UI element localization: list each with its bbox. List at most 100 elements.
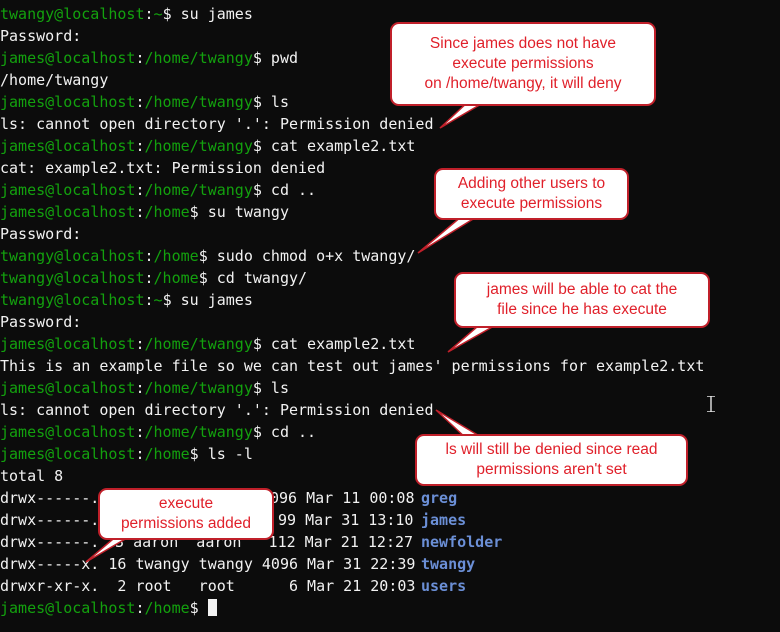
prompt-path: /home/twangy	[144, 49, 253, 67]
callout-text: Since james does not have execute permis…	[424, 35, 622, 92]
listing-meta: drwxr-xr-x. 2 root root 6 Mar 21 20:03	[0, 577, 425, 595]
command-text: cat example2.txt	[261, 335, 416, 353]
callout-ls-denied: ls will still be denied since read permi…	[415, 434, 688, 486]
callout-pointer	[447, 325, 497, 353]
prompt-user: james@localhost	[0, 93, 136, 111]
callout-cat-allowed: james will be able to cat the file since…	[454, 272, 710, 328]
command-text: su james	[171, 5, 253, 23]
terminal-line: cat: example2.txt: Permission denied	[0, 157, 325, 179]
callout-add-execute: Adding other users to execute permission…	[434, 168, 629, 220]
prompt-user: james@localhost	[0, 49, 136, 67]
command-text: pwd	[261, 49, 299, 67]
terminal-line: james@localhost:/home/twangy$ cat exampl…	[0, 335, 416, 353]
terminal-line: james@localhost:/home$ ls -l	[0, 445, 253, 463]
listing-dir[interactable]: newfolder	[421, 531, 502, 553]
listing-dir[interactable]: users	[421, 575, 466, 597]
prompt-user: james@localhost	[0, 599, 136, 617]
command-text: cat example2.txt	[261, 137, 416, 155]
terminal-window[interactable]: twangy@localhost:~$ su james Password: j…	[0, 0, 780, 632]
command-text: ls	[261, 379, 289, 397]
text-cursor	[207, 599, 217, 616]
prompt-user: twangy@localhost	[0, 269, 145, 287]
ibeam-cursor-icon	[707, 396, 715, 412]
output-text: Password:	[0, 313, 82, 331]
output-text: cat: example2.txt: Permission denied	[0, 159, 326, 177]
command-text: su james	[171, 291, 253, 309]
terminal-line: ls: cannot open directory '.': Permissio…	[0, 113, 433, 135]
callout-text: Adding other users to execute permission…	[457, 175, 606, 212]
callout-text: execute permissions added	[120, 495, 252, 532]
command-text: su twangy	[198, 203, 289, 221]
prompt-user: james@localhost	[0, 379, 136, 397]
terminal-line: james@localhost:/home/twangy$ cd ..	[0, 181, 317, 199]
terminal-line: james@localhost:/home$ su twangy	[0, 203, 289, 221]
prompt-user: james@localhost	[0, 423, 136, 441]
callout-pointer	[417, 215, 481, 254]
prompt-path: /home	[144, 445, 190, 463]
listing-dir[interactable]: twangy	[421, 553, 475, 575]
output-text: Password:	[0, 27, 82, 45]
terminal-line: Password:	[0, 223, 81, 245]
listing-dir[interactable]: greg	[421, 487, 457, 509]
terminal-line: james@localhost:/home$	[0, 597, 217, 619]
command-text: cd ..	[261, 423, 317, 441]
prompt-user: twangy@localhost	[0, 247, 145, 265]
prompt-path: /home/twangy	[144, 423, 253, 441]
listing-perms: drwx------.	[0, 489, 100, 507]
listing-row: drwx------. 096 Mar 11 00:08 greg	[0, 487, 457, 509]
prompt-user: james@localhost	[0, 445, 136, 463]
prompt-path: /home	[153, 247, 199, 265]
prompt-path: /home	[153, 269, 199, 287]
command-text: ls -l	[198, 445, 253, 463]
prompt-path: /home/twangy	[144, 335, 253, 353]
command-text	[199, 599, 208, 617]
listing-perms: drwx------.	[0, 533, 100, 551]
listing-row: drwxr-xr-x. 2 root root 6 Mar 21 20:03 u…	[0, 575, 466, 597]
listing-row: drwx------. 3 aaron aaron 112 Mar 21 12:…	[0, 531, 502, 553]
prompt-path: /home/twangy	[144, 379, 253, 397]
prompt-user: twangy@localhost	[0, 5, 145, 23]
prompt-user: twangy@localhost	[0, 291, 145, 309]
terminal-line: james@localhost:/home/twangy$ pwd	[0, 49, 299, 67]
callout-execute-deny: Since james does not have execute permis…	[390, 22, 656, 106]
output-text: /home/twangy	[0, 71, 109, 89]
callout-execute-added: execute permissions added	[98, 488, 274, 540]
callout-text: james will be able to cat the file since…	[486, 281, 678, 318]
terminal-line: /home/twangy	[0, 69, 108, 91]
terminal-line: twangy@localhost:/home$ sudo chmod o+x t…	[0, 247, 416, 265]
terminal-line: total 8	[0, 465, 63, 487]
output-text: total 8	[0, 467, 64, 485]
listing-meta: drwx-----x. 16 twangy twangy 4096 Mar 31…	[0, 555, 425, 573]
terminal-line: Password:	[0, 25, 81, 47]
callout-text: ls will still be denied since read permi…	[445, 441, 658, 478]
prompt-user: james@localhost	[0, 137, 136, 155]
prompt-path: ~	[153, 5, 163, 23]
terminal-line: james@localhost:/home/twangy$ ls	[0, 379, 289, 397]
terminal-line: twangy@localhost:~$ su james	[0, 291, 253, 309]
terminal-line: This is an example file so we can test o…	[0, 355, 704, 377]
output-text: This is an example file so we can test o…	[0, 357, 705, 375]
prompt-path: /home/twangy	[144, 137, 253, 155]
listing-row: drwx-----x. 16 twangy twangy 4096 Mar 31…	[0, 553, 475, 575]
command-text: sudo chmod o+x twangy/	[207, 247, 416, 265]
terminal-line: james@localhost:/home/twangy$ ls	[0, 93, 289, 111]
command-text: ls	[261, 93, 289, 111]
prompt-path: ~	[153, 291, 163, 309]
prompt-user: james@localhost	[0, 335, 136, 353]
output-text: ls: cannot open directory '.': Permissio…	[0, 401, 434, 419]
terminal-line: james@localhost:/home/twangy$ cat exampl…	[0, 137, 416, 155]
prompt-path: /home/twangy	[144, 93, 253, 111]
command-text: cd ..	[261, 181, 317, 199]
command-text: cd twangy/	[207, 269, 308, 287]
prompt-path: /home	[144, 599, 190, 617]
prompt-user: james@localhost	[0, 181, 136, 199]
terminal-line: Password:	[0, 311, 81, 333]
listing-row: drwx------. 99 Mar 31 13:10 james	[0, 509, 466, 531]
terminal-line: twangy@localhost:~$ su james	[0, 5, 253, 23]
output-text: Password:	[0, 225, 82, 243]
listing-meta: 99 Mar 31 13:10	[278, 511, 423, 529]
terminal-line: twangy@localhost:/home$ cd twangy/	[0, 269, 308, 287]
listing-meta: 096 Mar 11 00:08	[270, 489, 424, 507]
listing-dir[interactable]: james	[421, 509, 466, 531]
prompt-path: /home/twangy	[144, 181, 253, 199]
